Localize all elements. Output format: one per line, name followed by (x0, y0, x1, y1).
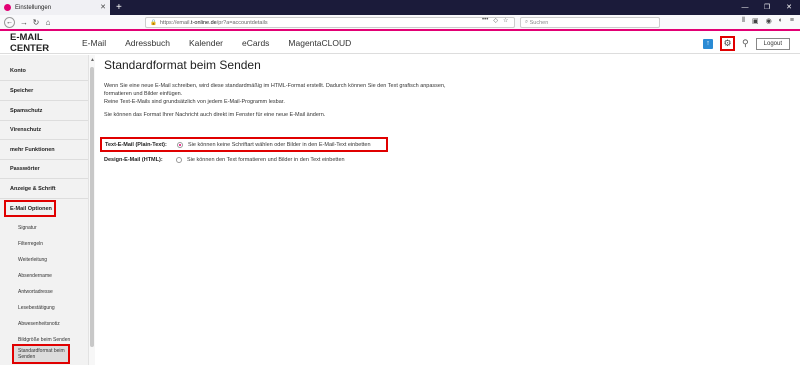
sidebar-item-email-optionen[interactable]: E-Mail Optionen (4, 200, 56, 217)
radio-html[interactable] (176, 157, 182, 163)
pocket-icon[interactable]: ◇ (493, 17, 498, 24)
browser-tab[interactable]: Einstellungen ✕ (0, 0, 110, 15)
window-controls: — ❐ ✕ (734, 0, 800, 15)
scrollbar-thumb[interactable] (90, 67, 94, 347)
back-icon[interactable]: ← (4, 16, 15, 28)
sidebar-item-mehr-funktionen[interactable]: mehr Funktionen (0, 141, 88, 160)
sidebar-subitem-standardformat[interactable]: Standardformat beim Senden (12, 344, 70, 364)
scroll-up-icon[interactable]: ▲ (90, 57, 95, 63)
maximize-icon[interactable]: ❐ (756, 0, 778, 15)
tab-title: Einstellungen (15, 4, 52, 11)
description-text-2: Reine Text-E-Mails sind grundsätzlich vo… (104, 99, 285, 105)
top-nav: E-Mail Adressbuch Kalender eCards Magent… (82, 38, 370, 48)
main-content: Standardformat beim Senden Wenn Sie eine… (104, 58, 794, 118)
sidebar-item-virenschutz[interactable]: Virenschutz (0, 121, 88, 140)
settings-gear-icon[interactable]: ⚙ (720, 36, 736, 51)
sidebar-item-speicher[interactable]: Speicher (0, 82, 88, 101)
reload-icon[interactable]: ↻ (30, 18, 42, 27)
toolbar-icons: ⫴ ▣ ◉ ◐ ≡ (742, 17, 794, 25)
radio-plain-text[interactable] (177, 141, 183, 148)
search-input[interactable]: ⌕ Suchen (520, 17, 660, 28)
sidebar-scrollbar[interactable]: ▲ (88, 55, 95, 365)
minimize-icon[interactable]: — (734, 0, 756, 15)
nav-kalender[interactable]: Kalender (189, 38, 223, 48)
sidebar-subitem-weiterleitung[interactable]: Weiterleitung (0, 252, 88, 268)
url-path: /pr?a=accountdetails (216, 19, 268, 26)
sidebar-subitem-absendername[interactable]: Absendername (0, 268, 88, 284)
option-html-desc: Sie können den Text formatieren und Bild… (187, 157, 345, 163)
nav-adressbuch[interactable]: Adressbuch (125, 38, 170, 48)
option-html-label: Design-E-Mail (HTML): (104, 157, 163, 163)
library-icon[interactable]: ⫴ (742, 17, 745, 25)
nav-magentacloud[interactable]: MagentaCLOUD (288, 38, 351, 48)
browser-navbar: ← → ↻ ⌂ 🔒 https://email. t-online.de/pr?a… (0, 15, 800, 31)
header-actions: ↑ ⚙ ⚲ Logout (703, 36, 790, 51)
browser-tab-strip: Einstellungen ✕ + — ❐ ✕ (0, 0, 800, 15)
close-window-icon[interactable]: ✕ (778, 0, 800, 15)
url-host: t-online.de (191, 19, 217, 26)
option-plain-text-label: Text-E-Mail (Plain-Text): (105, 141, 167, 148)
sidebar-subitem-abwesenheitsnotiz[interactable]: Abwesenheitsnotiz (0, 316, 88, 332)
url-prefix: https://email. (159, 19, 192, 26)
sidebar-item-passwoerter[interactable]: Passwörter (0, 160, 88, 179)
forward-icon[interactable]: → (18, 18, 30, 27)
extension-icon[interactable]: ◐ (779, 17, 783, 25)
page-title: Standardformat beim Senden (104, 58, 261, 72)
user-icon[interactable]: ⚲ (742, 38, 749, 49)
url-actions: ••• ◇ ☆ (482, 17, 508, 24)
app-header: E-MAIL CENTER E-Mail Adressbuch Kalender… (0, 32, 800, 54)
menu-icon[interactable]: ≡ (790, 17, 794, 25)
sidebar-item-konto[interactable]: Konto (0, 62, 88, 81)
new-tab-icon[interactable]: + (116, 0, 122, 15)
close-tab-icon[interactable]: ✕ (100, 3, 106, 11)
lock-icon: 🔒 (150, 19, 157, 26)
option-html[interactable]: Design-E-Mail (HTML): Sie können den Tex… (104, 157, 345, 163)
sidebar-item-spamschutz[interactable]: Spamschutz (0, 102, 88, 121)
sidebar-subitem-lesebestaetigung[interactable]: Lesebestätigung (0, 300, 88, 316)
description-text-3: Sie können das Format Ihrer Nachricht au… (104, 112, 326, 118)
sidebar-toggle-icon[interactable]: ▣ (752, 17, 759, 25)
sidebar-subitem-antwortadresse[interactable]: Antwortadresse (0, 284, 88, 300)
telekom-favicon-icon (4, 4, 11, 11)
nav-email[interactable]: E-Mail (82, 38, 106, 48)
url-bar[interactable]: 🔒 https://email. t-online.de/pr?a=account… (145, 17, 515, 28)
search-placeholder: Suchen (529, 19, 549, 26)
page-actions-icon[interactable]: ••• (482, 17, 488, 24)
bookmark-star-icon[interactable]: ☆ (503, 17, 508, 24)
sidebar-subitem-filterregeln[interactable]: Filterregeln (0, 236, 88, 252)
upload-icon[interactable]: ↑ (703, 38, 714, 49)
option-plain-text[interactable]: Text-E-Mail (Plain-Text): Sie können kei… (100, 137, 388, 152)
nav-ecards[interactable]: eCards (242, 38, 269, 48)
sidebar-subitem-signatur[interactable]: Signatur (0, 220, 88, 236)
sidebar-item-anzeige-schrift[interactable]: Anzeige & Schrift (0, 180, 88, 199)
logout-button[interactable]: Logout (755, 37, 790, 50)
brand-logo[interactable]: E-MAIL CENTER (10, 32, 82, 54)
description-text: Wenn Sie eine neue E-Mail schreiben, wir… (104, 83, 446, 97)
option-plain-text-desc: Sie können keine Schriftart wählen oder … (188, 141, 371, 148)
account-icon[interactable]: ◉ (766, 17, 772, 25)
home-icon[interactable]: ⌂ (42, 18, 54, 27)
